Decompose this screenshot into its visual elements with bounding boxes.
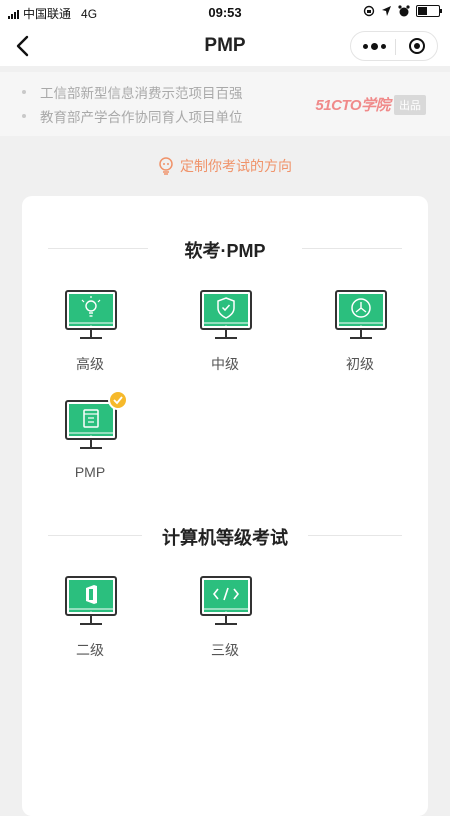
exam-label: 初级: [346, 356, 374, 372]
banner: 工信部新型信息消费示范项目百强 教育部产学合作协同育人项目单位 51CTO学院 …: [0, 72, 450, 136]
lightbulb-icon: [65, 290, 117, 339]
nav-bar: PMP: [0, 26, 450, 66]
more-icon[interactable]: [363, 41, 391, 51]
section-header-ruankao: 软考·PMP: [22, 236, 428, 261]
lock-rotation-icon: [363, 5, 375, 17]
section-title: 计算机等级考试: [162, 528, 288, 548]
exam-item-sanji[interactable]: 三级: [185, 576, 265, 676]
exam-label: 二级: [76, 642, 104, 658]
section-header-ncre: 计算机等级考试: [22, 523, 428, 548]
brand-badge: 出品: [394, 94, 426, 115]
customize-direction-link[interactable]: 定制你考试的方向: [0, 156, 450, 176]
section-title: 软考·PMP: [184, 241, 266, 261]
office-icon: [65, 576, 117, 625]
exam-item-chuji[interactable]: 初级: [320, 290, 400, 390]
banner-item-text: 工信部新型信息消费示范项目百强: [40, 86, 243, 101]
exam-label: 三级: [211, 642, 239, 658]
exam-item-gaoji[interactable]: 高级: [50, 290, 130, 390]
exam-item-erji[interactable]: 二级: [50, 576, 130, 676]
exam-label: PMP: [74, 464, 106, 480]
brand-name: 51CTO学院: [315, 97, 390, 114]
capsule-divider: [395, 39, 396, 55]
exam-card: 软考·PMP 高级 中级 初级 PMP 计算机等级考试 二级 三级: [22, 196, 428, 816]
banner-item: 教育部产学合作协同育人项目单位: [22, 106, 243, 126]
bullet-icon: [22, 114, 26, 118]
miniprogram-capsule: [350, 31, 438, 61]
compass-icon: [335, 290, 387, 339]
close-miniprogram-icon[interactable]: [409, 38, 425, 54]
divider: [308, 535, 402, 536]
alarm-icon: [398, 5, 410, 17]
exam-label: 中级: [211, 356, 239, 372]
exam-item-zhongji[interactable]: 中级: [185, 290, 265, 390]
bullet-icon: [22, 90, 26, 94]
exam-item-pmp[interactable]: PMP: [50, 390, 130, 500]
code-icon: [200, 576, 252, 625]
battery-icon: [416, 5, 442, 17]
direction-text: 定制你考试的方向: [180, 158, 292, 174]
banner-item-text: 教育部产学合作协同育人项目单位: [40, 110, 243, 125]
status-right: [363, 5, 442, 17]
banner-item: 工信部新型信息消费示范项目百强: [22, 82, 243, 102]
status-bar: 中国联通 4G 09:53: [0, 0, 450, 26]
divider: [302, 248, 402, 249]
shield-icon: [200, 290, 252, 339]
lightbulb-icon: [159, 157, 173, 175]
brand-logo: 51CTO学院 出品: [315, 94, 426, 115]
exam-label: 高级: [76, 356, 104, 372]
selected-check-icon: [108, 390, 128, 410]
location-icon: [382, 6, 391, 16]
